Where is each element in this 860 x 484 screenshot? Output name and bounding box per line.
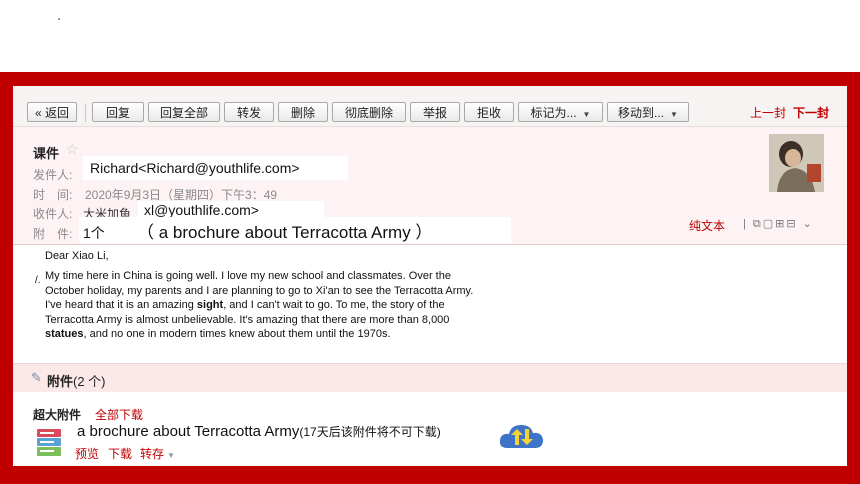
sender-address[interactable]: Richard<Richard@youthlife.com> (90, 157, 346, 179)
delete-button[interactable]: 删除 (278, 102, 328, 122)
move-to-label: 移动到... (618, 106, 665, 120)
reject-button[interactable]: 拒收 (464, 102, 514, 122)
attachments-heading: 附件(2 个) (47, 371, 106, 390)
attachment-file-name[interactable]: a brochure about Terracotta Army(17天后该附件… (77, 423, 441, 440)
download-link[interactable]: 下载 (108, 445, 132, 462)
forward-button[interactable]: 转发 (224, 102, 274, 122)
expiry-note: (17天后该附件将不可下载) (299, 425, 441, 439)
paragraph-text: , and no one in modern times knew about … (83, 328, 391, 341)
email-toolbar: « 返回 回复 回复全部 转发 删除 彻底删除 举报 拒收 标记为... ▼ 移动… (13, 86, 847, 127)
save-to-label: 转存 (140, 447, 165, 461)
download-all-link[interactable]: 全部下载 (95, 406, 143, 423)
decorative-dot (58, 18, 60, 20)
email-panel: « 返回 回复 回复全部 转发 删除 彻底删除 举报 拒收 标记为... ▼ 移动… (13, 86, 847, 466)
save-to-dropdown[interactable]: 转存 ▼ (140, 445, 175, 462)
file-stack-icon (35, 428, 63, 458)
cloud-transfer-icon[interactable] (497, 421, 545, 451)
back-button[interactable]: « 返回 (27, 102, 77, 122)
mark-as-label: 标记为... (530, 106, 577, 120)
next-email-link[interactable]: 下一封 (793, 104, 829, 121)
attach-label: 附 件: (33, 227, 73, 241)
attachments-bar: ✎ 附件(2 个) (13, 363, 847, 392)
star-icon[interactable]: ☆ (66, 141, 79, 158)
toolbar-separator (85, 104, 86, 122)
report-button[interactable]: 举报 (410, 102, 460, 122)
view-options-icon[interactable]: | ⧉▢⊞⊟ ⌄ (743, 217, 814, 231)
recipient-address[interactable]: xl@youthlife.com> (144, 202, 259, 218)
large-attachment-label: 超大附件 (33, 408, 82, 422)
chevron-down-icon: ▼ (670, 110, 678, 119)
file-name-text: a brochure about Terracotta Army (77, 423, 300, 440)
time-label: 时 间: (33, 188, 73, 202)
from-label: 发件人: (33, 168, 73, 182)
reply-all-button[interactable]: 回复全部 (148, 102, 220, 122)
email-body: Dear Xiao Li, /. My time here in China i… (13, 245, 847, 363)
plain-text-link[interactable]: 纯文本 (689, 217, 725, 234)
chevron-down-icon: ▼ (167, 451, 175, 460)
email-paragraph: My time here in China is going well. I l… (45, 269, 475, 342)
preview-link[interactable]: 预览 (75, 445, 99, 462)
paragraph-bold-word: statues (45, 328, 84, 341)
delete-permanently-button[interactable]: 彻底删除 (332, 102, 406, 122)
paperclip-icon: ✎ (31, 370, 42, 385)
attach-count[interactable]: 1个 (83, 223, 105, 243)
paragraph-bold-word: sight (196, 299, 224, 312)
email-header: 课件 ☆ 发件人: Richard<Richard@youthlife.com>… (13, 127, 847, 245)
email-greeting: Dear Xiao Li, (45, 250, 109, 262)
attachments-label: 附件 (47, 374, 74, 389)
chevron-down-icon: ▼ (582, 110, 591, 119)
bullet-mark: /. (35, 275, 41, 286)
attachments-count: (2 个) (73, 374, 106, 389)
prev-email-link[interactable]: 上一封 (750, 104, 786, 121)
reply-button[interactable]: 回复 (92, 102, 144, 122)
to-label: 收件人: (33, 207, 73, 221)
move-to-dropdown[interactable]: 移动到... ▼ (607, 102, 689, 122)
attach-title[interactable]: （ a brochure about Terracotta Army ） (137, 218, 432, 243)
avatar (769, 134, 824, 192)
mark-as-dropdown[interactable]: 标记为... ▼ (518, 102, 603, 122)
email-subject: 课件 (33, 146, 60, 161)
